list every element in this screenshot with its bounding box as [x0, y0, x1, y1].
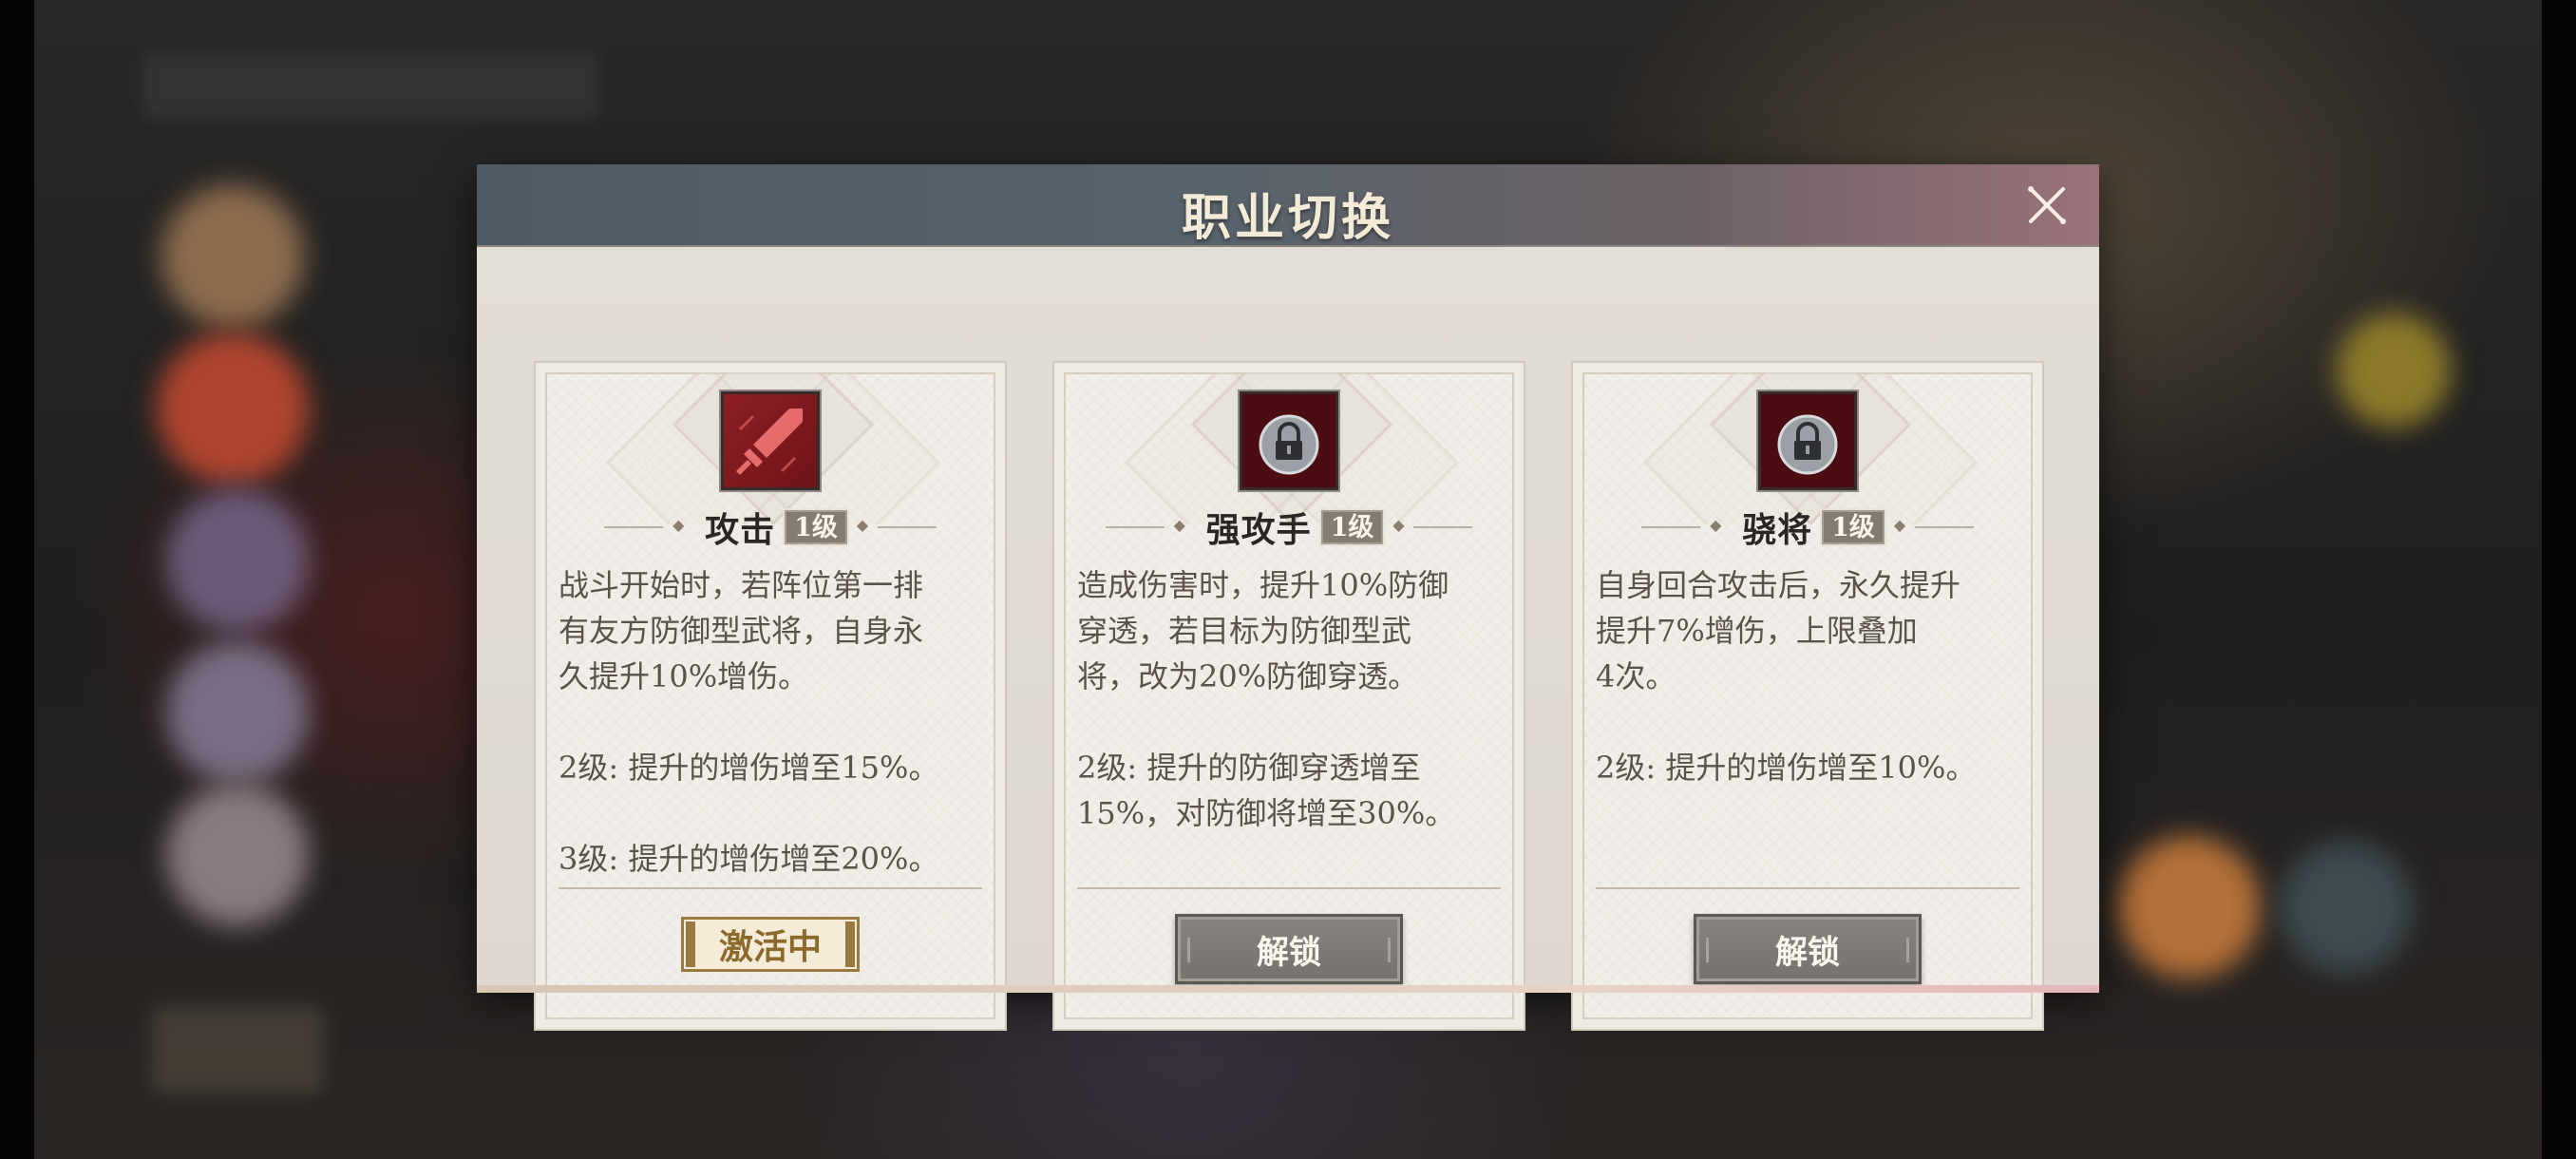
level-badge: 1级: [1318, 508, 1386, 546]
close-button[interactable]: [2023, 181, 2071, 229]
card-header: ◆ 骁将 1级 ◆: [1573, 505, 2042, 550]
level-badge: 1级: [783, 508, 849, 546]
diamond-ornament-icon: ◆: [672, 516, 685, 534]
class-description: 战斗开始时，若阵位第一排 有友方防御型武将，自身永 久提升10%增伤。 2级: …: [559, 567, 939, 877]
diamond-ornament-icon: ◆: [1392, 516, 1405, 534]
card-header: ◆ 强攻手 1级 ◆: [1054, 505, 1524, 550]
class-icon-striker: [1240, 391, 1338, 490]
diamond-ornament-icon: ◆: [856, 516, 869, 534]
class-description: 造成伤害时，提升10%防御 穿透，若目标为防御型武 将，改为20%防御穿透。 2…: [1077, 567, 1456, 831]
class-name: 强攻手: [1205, 510, 1312, 550]
level-badge: 1级: [1820, 508, 1886, 546]
class-name: 攻击: [705, 510, 776, 550]
dialog-header: 职业切换: [477, 164, 2099, 247]
sword-icon: [736, 408, 803, 475]
active-status-badge: 激活中: [681, 917, 860, 972]
divider: [1596, 887, 2019, 889]
lock-icon: [1259, 414, 1319, 475]
dialog-title: 职业切换: [1181, 189, 1394, 247]
class-card-striker[interactable]: ◆ 强攻手 1级 ◆ 造成伤害时，提升10%防御 穿透，若目标为防御型武 将，改…: [1052, 361, 1525, 1031]
lock-icon: [1777, 414, 1838, 475]
card-header: ◆ 攻击 1级 ◆: [536, 505, 1005, 550]
divider: [1077, 887, 1501, 889]
class-icon-attack: [721, 391, 820, 490]
diamond-ornament-icon: ◆: [1173, 516, 1185, 534]
diamond-ornament-icon: ◆: [1710, 516, 1722, 534]
class-switch-dialog: 职业切换 ◆ 攻击 1级 ◆ 战斗开始时，若阵位第一排 有友方防御型武将，自身永…: [477, 164, 2099, 1031]
unlock-button[interactable]: 解锁: [1694, 914, 1922, 984]
class-card-vanguard[interactable]: ◆ 骁将 1级 ◆ 自身回合攻击后，永久提升 提升7%增伤，上限叠加 4次。 2…: [1571, 361, 2044, 1031]
class-card-attack[interactable]: ◆ 攻击 1级 ◆ 战斗开始时，若阵位第一排 有友方防御型武将，自身永 久提升1…: [534, 361, 1007, 1031]
dialog-body: ◆ 攻击 1级 ◆ 战斗开始时，若阵位第一排 有友方防御型武将，自身永 久提升1…: [477, 247, 2099, 1031]
unlock-button[interactable]: 解锁: [1175, 914, 1403, 984]
class-icon-vanguard: [1758, 391, 1857, 490]
class-name: 骁将: [1742, 510, 1813, 550]
divider: [559, 887, 982, 889]
unlock-button-label: 解锁: [1257, 933, 1321, 972]
close-icon: [2028, 186, 2066, 224]
diamond-ornament-icon: ◆: [1893, 516, 1906, 534]
unlock-button-label: 解锁: [1775, 933, 1840, 972]
class-description: 自身回合攻击后，永久提升 提升7%增伤，上限叠加 4次。 2级: 提升的增伤增至…: [1596, 567, 1977, 786]
